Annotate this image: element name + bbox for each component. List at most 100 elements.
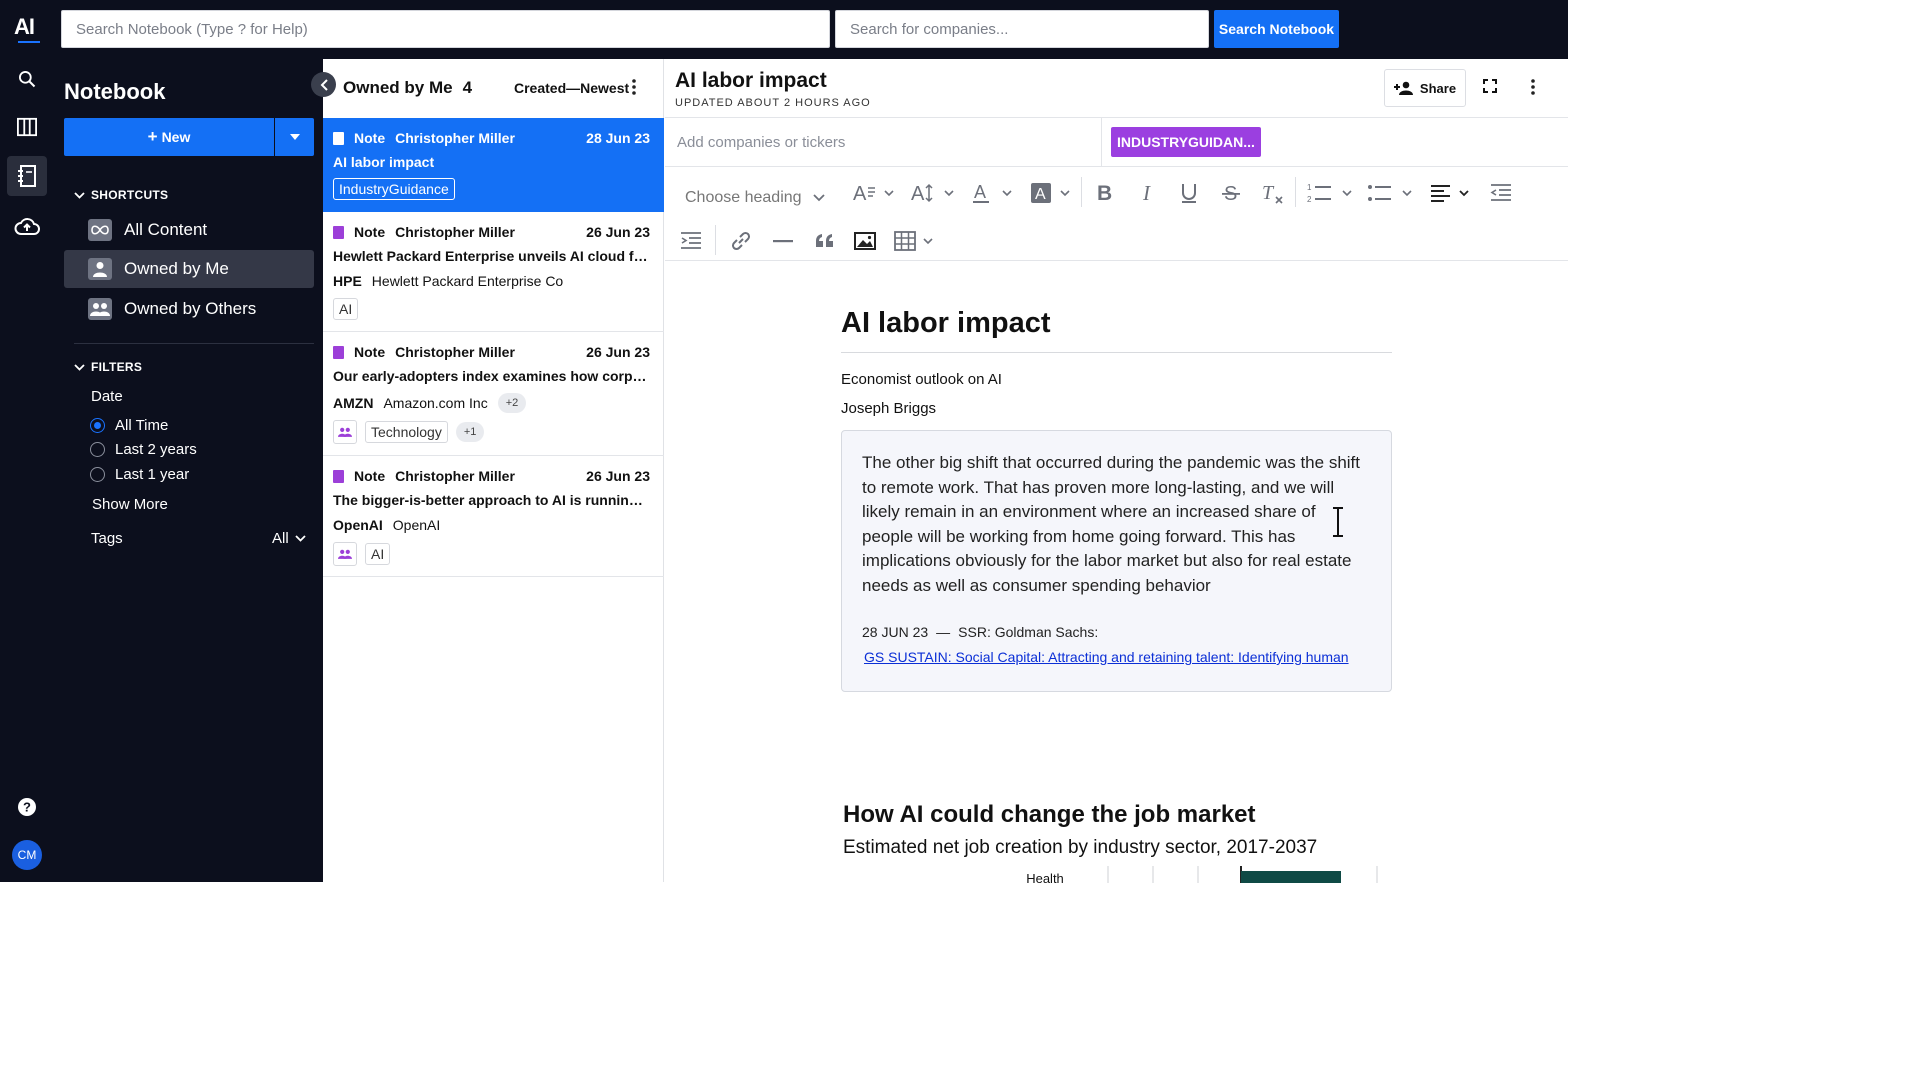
rail-notebook-button[interactable] — [7, 156, 47, 196]
ordered-list-icon: 12 — [1307, 183, 1352, 204]
notebook-search-input[interactable] — [61, 10, 830, 48]
rail-columns-button[interactable] — [7, 107, 47, 147]
tickers-input[interactable] — [665, 118, 1102, 166]
note-date: 26 Jun 23 — [586, 224, 650, 240]
radio-unselected[interactable] — [90, 442, 105, 457]
underline-button[interactable] — [1179, 181, 1199, 205]
left-rail: ? CM — [0, 59, 54, 882]
note-list-item[interactable]: Note Christopher Miller 26 Jun 23 Hewlet… — [323, 212, 664, 332]
quote-date: 28 JUN 23 — [862, 624, 929, 640]
date-option-all-time[interactable]: All Time — [90, 417, 168, 434]
quote-block: The other big shift that occurred during… — [841, 430, 1392, 692]
strikethrough-button[interactable]: S — [1221, 181, 1241, 205]
divider — [665, 260, 1568, 261]
note-ticker[interactable]: AMZN — [333, 395, 373, 411]
show-more-link[interactable]: Show More — [92, 496, 168, 513]
note-list-item[interactable]: Note Christopher Miller 26 Jun 23 Our ea… — [323, 332, 664, 456]
shortcuts-header[interactable]: SHORTCUTS — [74, 188, 168, 202]
more-companies-badge[interactable]: +2 — [497, 393, 527, 413]
new-dropdown-button[interactable] — [275, 118, 314, 156]
bullet-list-button[interactable] — [1367, 181, 1415, 205]
indent-button[interactable] — [679, 229, 703, 253]
shortcut-all-content[interactable]: All Content — [64, 211, 314, 249]
note-list-item[interactable]: Note Christopher Miller 28 Jun 23 AI lab… — [323, 118, 664, 212]
italic-button[interactable]: I — [1139, 181, 1159, 205]
ordered-list-button[interactable]: 12 — [1307, 181, 1355, 205]
strikethrough-icon: S — [1222, 183, 1240, 205]
align-button[interactable] — [1430, 181, 1474, 205]
company-search-input[interactable] — [835, 10, 1209, 48]
insert-image-button[interactable] — [853, 229, 877, 253]
document-heading: AI labor impact — [841, 307, 1392, 353]
quote-source-link[interactable]: GS SUSTAIN: Social Capital: Attracting a… — [864, 649, 1371, 665]
note-title: Hewlett Packard Enterprise unveils AI cl… — [333, 248, 649, 264]
shortcut-owned-by-others[interactable]: Owned by Others — [64, 290, 314, 328]
quote-dash: — — [936, 624, 951, 640]
text-color-icon: A — [973, 182, 1012, 203]
link-button[interactable] — [729, 229, 753, 253]
heading-select[interactable]: Choose heading — [685, 189, 830, 207]
blockquote-button[interactable] — [813, 229, 837, 253]
fullscreen-button[interactable] — [1483, 79, 1497, 98]
insert-table-button[interactable] — [894, 229, 938, 253]
note-tag[interactable]: Technology — [365, 421, 448, 443]
list-menu-button[interactable] — [632, 79, 636, 100]
note-type: Note — [354, 344, 386, 360]
clear-format-button[interactable]: T — [1261, 181, 1285, 205]
search-notebook-button[interactable]: Search Notebook — [1214, 10, 1339, 48]
note-meta: Note Christopher Miller 26 Jun 23 — [333, 344, 650, 360]
avatar[interactable]: CM — [12, 840, 42, 870]
brand-logo[interactable]: AI — [14, 14, 42, 44]
more-tags-badge[interactable]: +1 — [455, 422, 485, 442]
note-list-item[interactable]: Note Christopher Miller 26 Jun 23 The bi… — [323, 456, 664, 577]
radio-unselected[interactable] — [90, 467, 105, 482]
horizontal-rule-button[interactable] — [771, 229, 795, 253]
date-option-last-2-years[interactable]: Last 2 years — [90, 441, 197, 458]
collapse-sidebar-button[interactable] — [311, 72, 336, 97]
quote-source-name: SSR: Goldman Sachs: — [958, 624, 1099, 640]
rail-help-button[interactable]: ? — [7, 787, 47, 827]
note-tag[interactable]: AI — [365, 543, 391, 565]
font-size-button[interactable]: A — [853, 181, 897, 205]
fullscreen-icon — [1483, 79, 1497, 93]
sidebar-divider — [74, 343, 314, 344]
note-ticker[interactable]: OpenAI — [333, 517, 383, 533]
svg-text:A: A — [1035, 186, 1046, 203]
note-tag[interactable]: IndustryGuidance — [333, 178, 455, 200]
note-author: Christopher Miller — [395, 130, 515, 146]
share-label: Share — [1419, 80, 1457, 96]
svg-text:T: T — [1262, 182, 1275, 204]
text-color-button[interactable]: A — [973, 181, 1017, 205]
cloud-upload-icon — [14, 218, 40, 235]
outdent-button[interactable] — [1489, 181, 1513, 205]
note-meta: Note Christopher Miller 28 Jun 23 — [333, 130, 650, 146]
note-tag[interactable]: AI — [333, 298, 359, 320]
shortcut-owned-by-me[interactable]: Owned by Me — [64, 250, 314, 288]
tag-badge[interactable]: INDUSTRYGUIDAN... — [1111, 127, 1261, 157]
note-company: OpenAI OpenAI — [333, 517, 440, 533]
highlight-color-button[interactable]: A — [1031, 181, 1075, 205]
editor-menu-button[interactable] — [1531, 79, 1535, 100]
sort-select[interactable]: Created—Newest — [514, 80, 629, 96]
radio-selected[interactable] — [90, 418, 105, 433]
highlight-icon: A — [1031, 183, 1070, 203]
note-ticker[interactable]: HPE — [333, 273, 362, 289]
tags-filter-select[interactable]: All — [272, 530, 306, 547]
quote-icon — [816, 234, 833, 247]
bold-button[interactable]: B — [1095, 181, 1115, 205]
person-add-icon — [1393, 81, 1413, 95]
rail-search-button[interactable] — [7, 59, 47, 99]
note-author: Christopher Miller — [395, 224, 515, 240]
svg-text:1: 1 — [1307, 183, 1312, 192]
rail-upload-button[interactable] — [7, 206, 47, 246]
text-cursor-icon — [1333, 507, 1343, 537]
kebab-icon — [1531, 79, 1535, 95]
filters-header[interactable]: FILTERS — [74, 360, 142, 374]
share-button[interactable]: Share — [1384, 69, 1466, 107]
line-height-button[interactable]: A — [911, 181, 959, 205]
notes-list-panel: Owned by Me 4 Created—Newest Note Christ… — [323, 59, 664, 882]
new-button[interactable]: + New — [64, 118, 274, 156]
document-body[interactable]: AI labor impact Economist outlook on AI … — [841, 307, 1392, 692]
date-option-last-1-year[interactable]: Last 1 year — [90, 466, 189, 483]
filters-label: FILTERS — [91, 360, 143, 374]
